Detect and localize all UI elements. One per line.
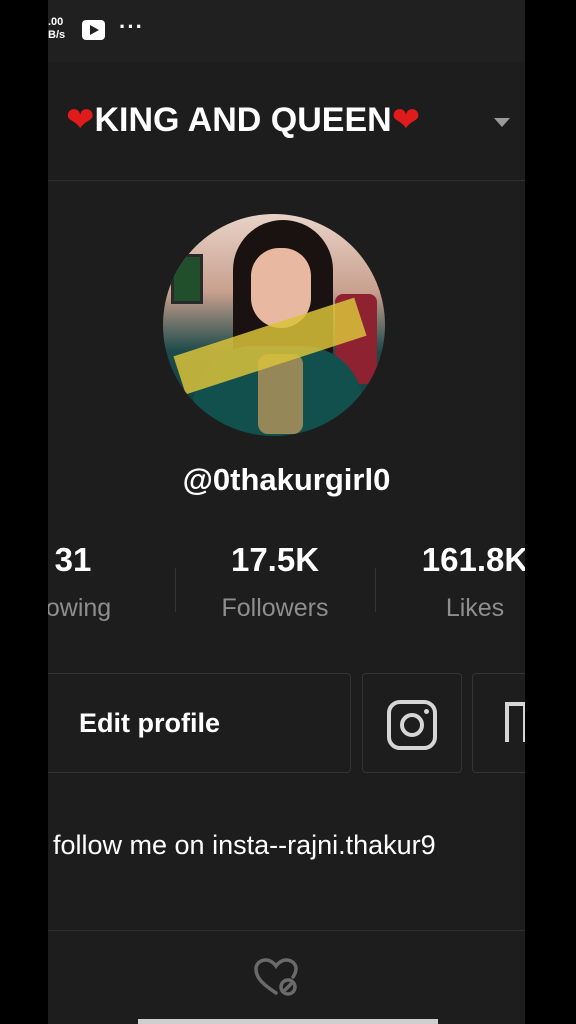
edit-profile-label: Edit profile bbox=[79, 708, 220, 738]
home-indicator bbox=[138, 1019, 438, 1024]
edit-profile-button[interactable]: Edit profile bbox=[48, 673, 351, 773]
followers-count: 17.5K bbox=[230, 541, 320, 578]
likes-count: 161.8K bbox=[421, 541, 525, 578]
likes-stat[interactable]: 161.8K Likes bbox=[385, 540, 525, 623]
heart-icon: ❤ bbox=[66, 101, 95, 139]
instagram-icon bbox=[387, 700, 437, 750]
chevron-down-icon[interactable] bbox=[494, 118, 510, 127]
favorites-button[interactable] bbox=[472, 673, 525, 773]
liked-videos-icon[interactable] bbox=[253, 957, 299, 997]
profile-header[interactable]: ❤KING AND QUEEN❤ bbox=[48, 62, 525, 181]
following-count: 31 bbox=[54, 541, 92, 578]
likes-label: Likes bbox=[445, 594, 505, 622]
profile-screen: .00 B/s ··· ❤KING AND QUEEN❤ @0thakurgir… bbox=[48, 0, 525, 1024]
stat-divider bbox=[175, 568, 176, 612]
heart-icon: ❤ bbox=[391, 101, 421, 139]
followers-stat[interactable]: 17.5K Followers bbox=[185, 540, 365, 623]
youtube-play-icon bbox=[82, 20, 105, 40]
status-bar: .00 B/s ··· bbox=[48, 0, 525, 62]
bookmark-icon bbox=[505, 702, 525, 742]
stat-divider bbox=[375, 568, 376, 612]
profile-tab-bar bbox=[48, 930, 525, 1024]
avatar[interactable] bbox=[163, 214, 385, 436]
bio-text: follow me on insta--rajni.thakur9 bbox=[53, 830, 436, 860]
account-switcher-title[interactable]: ❤KING AND QUEEN❤ bbox=[66, 100, 420, 140]
followers-label: Followers bbox=[221, 594, 329, 622]
following-stat[interactable]: 31 llowing bbox=[48, 540, 163, 623]
network-speed: .00 B/s bbox=[48, 16, 66, 41]
instagram-button[interactable] bbox=[362, 673, 462, 773]
overflow-dots-icon: ··· bbox=[119, 14, 144, 39]
account-name: KING AND QUEEN bbox=[94, 101, 392, 139]
username: @0thakurgirl0 bbox=[182, 462, 391, 497]
following-label: llowing bbox=[48, 594, 112, 622]
